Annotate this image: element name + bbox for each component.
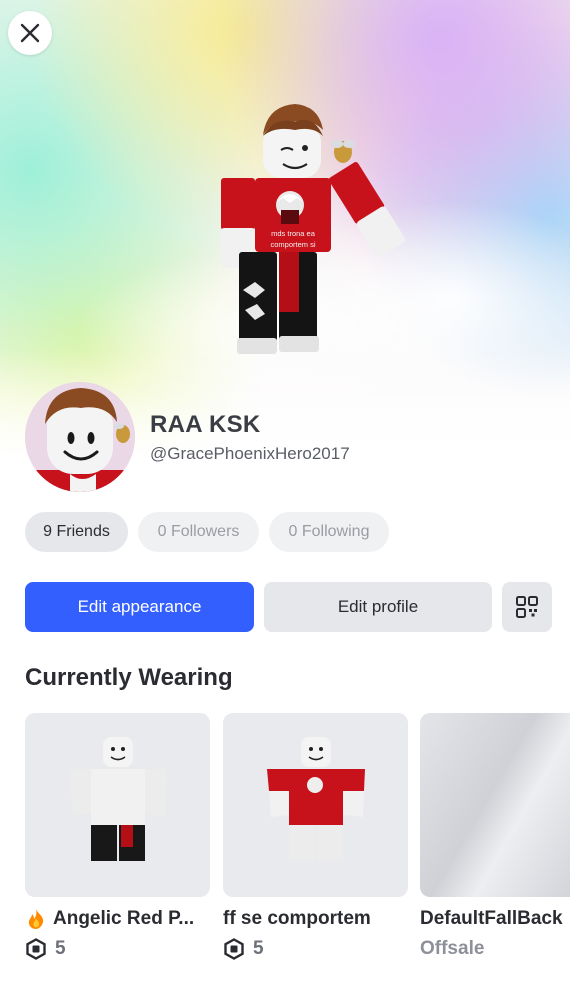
item-price: 5 — [223, 938, 408, 960]
item-name-text: DefaultFallBack — [420, 908, 563, 929]
qr-code-button[interactable] — [502, 582, 552, 632]
item-price-value: 5 — [253, 938, 264, 959]
item-price: Offsale — [420, 938, 570, 960]
shirt-text-line: mds trona ea — [271, 229, 316, 238]
item-thumbnail — [223, 713, 408, 897]
followers-pill[interactable]: 0 Followers — [138, 512, 259, 552]
avatar-headshot[interactable] — [25, 382, 135, 492]
friends-pill[interactable]: 9 Friends — [25, 512, 128, 552]
wearing-item-card[interactable]: Angelic Red P... 5 — [25, 713, 210, 960]
item-thumbnail — [25, 713, 210, 897]
fire-icon — [28, 909, 44, 929]
username: @GracePhoenixHero2017 — [150, 444, 350, 463]
item-thumbnail-placeholder — [420, 713, 570, 897]
avatar-3d-figure: mds trona ea comportem si — [221, 104, 405, 354]
item-name: Angelic Red P... — [25, 908, 210, 930]
display-name: RAA KSK — [150, 411, 261, 438]
avatar-headshot-image — [25, 382, 135, 492]
item-name-text: Angelic Red P... — [53, 908, 195, 929]
currently-wearing-title: Currently Wearing — [25, 664, 233, 691]
item-price-value: 5 — [55, 938, 66, 959]
item-name-text: ff se comportem — [223, 908, 371, 929]
profile-names: RAA KSK @GracePhoenixHero2017 — [150, 411, 350, 464]
edit-profile-button[interactable]: Edit profile — [264, 582, 492, 632]
robux-icon — [26, 938, 46, 960]
item-price-value: Offsale — [420, 938, 485, 959]
edit-appearance-button[interactable]: Edit appearance — [25, 582, 254, 632]
wearing-item-card[interactable]: DefaultFallBack Offsale — [420, 713, 570, 960]
qr-code-icon — [516, 596, 538, 618]
close-button[interactable] — [8, 11, 52, 55]
close-icon — [20, 23, 40, 43]
item-name: DefaultFallBack — [420, 908, 570, 930]
wearing-item-card[interactable]: ff se comportem 5 — [223, 713, 408, 960]
item-name: ff se comportem — [223, 908, 408, 930]
shirt-text-line: comportem si — [270, 240, 315, 249]
robux-icon — [224, 938, 244, 960]
item-price: 5 — [25, 938, 210, 960]
following-pill[interactable]: 0 Following — [269, 512, 389, 552]
